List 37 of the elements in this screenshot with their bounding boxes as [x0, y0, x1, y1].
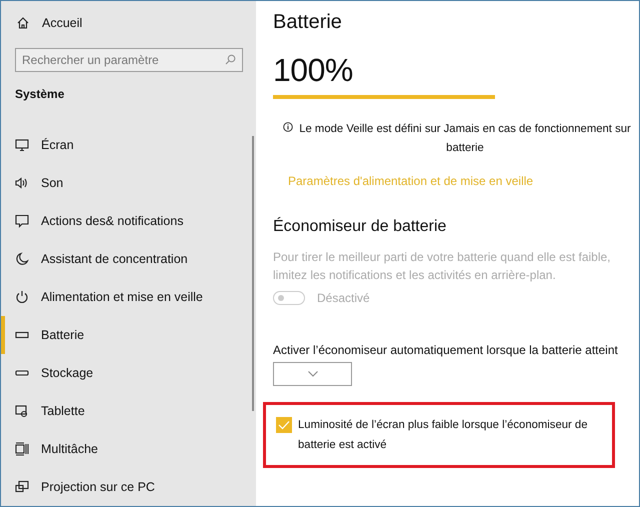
- checkbox[interactable]: [276, 417, 292, 433]
- auto-label: Activer l’économiseur automatiquement lorsque la batterie atteint: [273, 343, 619, 357]
- moon-icon: [15, 252, 29, 266]
- sidebar-item[interactable]: Son: [1, 164, 242, 202]
- multitask-icon: [15, 442, 29, 456]
- description-text: Pour tirer le meilleur parti de votre batterie quand elle est faible, limitez les notifications et les activités en arrière-plan.: [273, 249, 612, 284]
- projection-icon: [15, 480, 29, 494]
- sidebar-item[interactable]: Batterie: [1, 316, 242, 354]
- speaker-icon: [15, 176, 29, 190]
- battery-percentage: 100%: [273, 52, 354, 89]
- threshold-dropdown[interactable]: [273, 362, 352, 386]
- home-link[interactable]: Accueil: [15, 1, 242, 45]
- sidebar-item[interactable]: Tablette: [1, 392, 242, 430]
- search-field[interactable]: Rechercher un paramètre: [15, 48, 243, 72]
- sidebar-item[interactable]: Assistant de concentration: [1, 240, 242, 278]
- sidebar-item[interactable]: Stockage: [1, 354, 242, 392]
- sidebar-item[interactable]: Projection sur ce PC: [1, 468, 242, 506]
- info-text: Le mode Veille est défini sur Jamais en cas de fonctionnement sur batterie: [298, 122, 632, 156]
- sidebar-item[interactable]: Alimentation et mise en veille: [1, 278, 242, 316]
- scrollbar[interactable]: [252, 136, 254, 411]
- tablet-icon: [15, 404, 29, 418]
- search-icon: [225, 54, 236, 65]
- home-icon: [16, 16, 30, 30]
- section-heading: Système: [15, 87, 66, 101]
- page-title: Batterie: [273, 11, 343, 34]
- sidebar-item[interactable]: Écran: [1, 126, 242, 164]
- section-heading: Économiseur de batterie: [273, 218, 448, 236]
- sidebar-item[interactable]: Multitâche: [1, 430, 242, 468]
- info-icon: [283, 122, 293, 132]
- checkbox-label: Luminosité de l’écran plus faible lorsque l’économiseur de batterie est activé: [298, 418, 588, 453]
- display-icon: [15, 138, 29, 152]
- sidebar-item[interactable]: Actions des& notifications: [1, 202, 242, 240]
- checkmark-icon: [278, 420, 290, 430]
- message-icon: [15, 214, 29, 228]
- chevron-icon: [308, 371, 318, 377]
- toggle-label: Désactivé: [317, 291, 370, 305]
- power-icon: [15, 290, 29, 304]
